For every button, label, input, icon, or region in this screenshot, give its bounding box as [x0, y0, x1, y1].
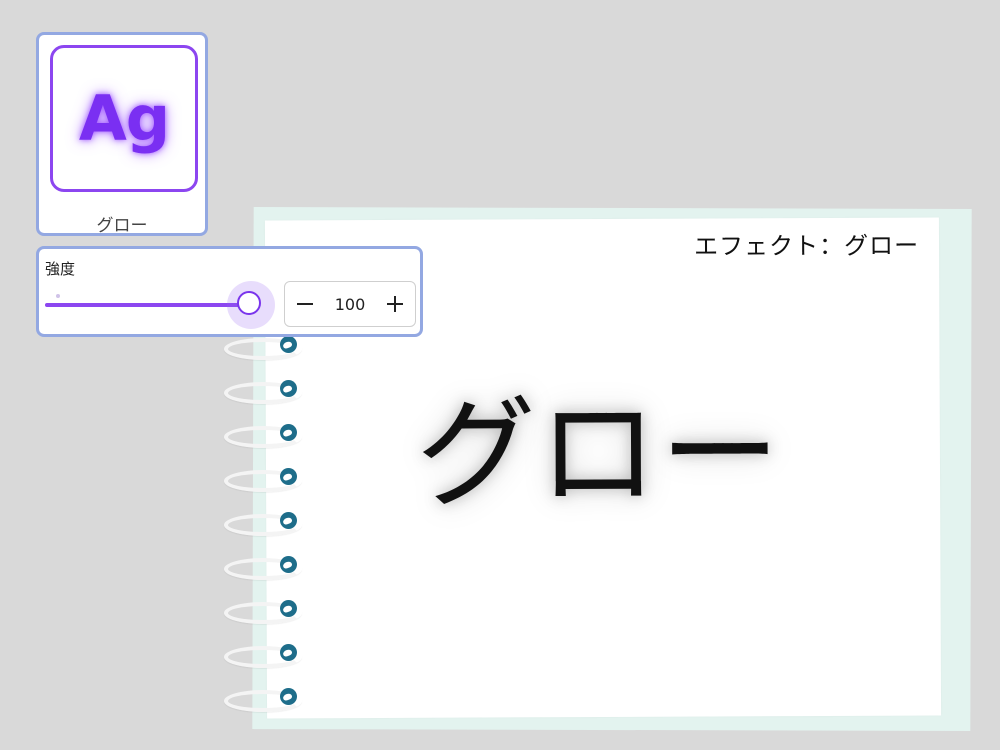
slider-min-marker	[56, 294, 60, 298]
intensity-panel: 強度 100	[36, 246, 423, 337]
effect-title-label: エフェクト：グロー	[693, 231, 920, 261]
intensity-value[interactable]: 100	[325, 295, 375, 314]
intensity-slider-track[interactable]	[45, 303, 251, 307]
decrement-button[interactable]	[285, 282, 325, 326]
minus-icon	[297, 303, 313, 305]
effect-preview-glyph: Ag	[78, 82, 170, 155]
spiral-ring	[224, 600, 304, 626]
spiral-ring	[224, 380, 304, 406]
plus-icon	[387, 296, 403, 312]
effect-tile-label: グロー	[96, 216, 148, 236]
glow-effect-tile[interactable]: Ag グロー	[36, 32, 208, 236]
effect-preview: Ag	[50, 45, 198, 192]
spiral-ring	[224, 336, 304, 362]
spiral-ring	[224, 512, 304, 538]
spiral-ring	[224, 468, 304, 494]
spiral-ring	[224, 424, 304, 450]
intensity-label: 強度	[45, 260, 76, 278]
spiral-ring	[224, 644, 304, 670]
intensity-stepper: 100	[284, 281, 416, 327]
glow-sample-text: グロー	[415, 384, 783, 525]
increment-button[interactable]	[375, 282, 415, 326]
spiral-ring	[224, 688, 304, 714]
spiral-ring	[224, 556, 304, 582]
intensity-slider-thumb[interactable]	[237, 291, 261, 315]
